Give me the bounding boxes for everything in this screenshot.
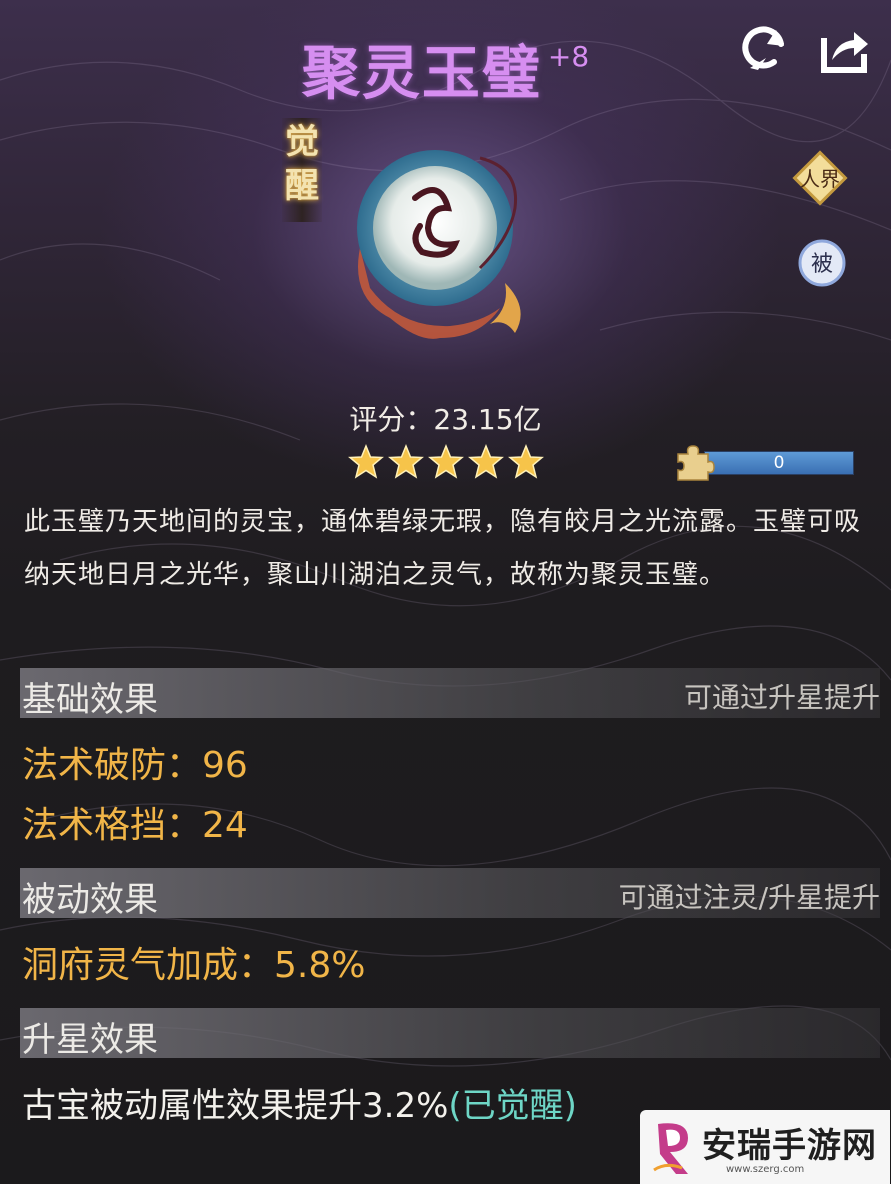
fragment-progress-bar: 0 [704, 451, 854, 475]
stat-cave-spirit-bonus: 洞府灵气加成：5.8% [22, 945, 366, 986]
brand-url: www.szerg.com [726, 1164, 805, 1175]
star-rating [348, 444, 548, 484]
awaken-tag: 觉醒 [285, 122, 319, 206]
passive-badge-label: 被 [811, 252, 833, 277]
item-level: +8 [547, 40, 590, 73]
item-name: 聚灵玉璧 [301, 39, 542, 107]
star-effect-text: 古宝被动属性效果提升3.2% [22, 1086, 449, 1126]
section-basic-hint: 可通过升星提升 [683, 681, 880, 714]
rating-score: 评分：23.15亿 [349, 403, 542, 436]
item-detail-panel: 聚灵玉璧 +8 觉醒 人界 被 评分：23.15亿 0 此玉璧乃天地间的灵宝，通… [0, 0, 891, 1184]
section-star-effect: 升星效果 [20, 1008, 880, 1060]
star-icon [468, 444, 504, 479]
puzzle-piece-icon[interactable] [672, 440, 716, 484]
refresh-arrow-icon[interactable] [736, 22, 790, 76]
star-effect-line: 古宝被动属性效果提升3.2%(已觉醒) [22, 1078, 577, 1127]
section-basic-label: 基础效果 [22, 680, 158, 720]
jade-disc-artwork [357, 150, 521, 339]
star-icon [348, 444, 384, 479]
awakened-status: (已觉醒) [448, 1086, 577, 1126]
realm-badge-label: 人界 [800, 167, 840, 191]
item-description: 此玉璧乃天地间的灵宝，通体碧绿无瑕，隐有皎月之光流露。玉璧可吸纳天地日月之光华，… [24, 507, 862, 590]
fragment-count: 0 [773, 453, 785, 473]
section-passive-label: 被动效果 [22, 880, 158, 920]
star-icon [428, 444, 464, 479]
passive-badge: 被 [798, 239, 846, 287]
stat-magic-block: 法术格挡：24 [22, 805, 248, 846]
site-watermark: 安瑞手游网 www.szerg.com [640, 1110, 890, 1184]
section-basic-effect: 基础效果 可通过升星提升 [20, 668, 880, 720]
stat-magic-penetration: 法术破防：96 [22, 745, 248, 786]
share-icon[interactable] [818, 22, 872, 76]
brand-logo-icon [653, 1123, 688, 1174]
realm-badge: 人界 [792, 150, 848, 206]
section-passive-hint: 可通过注灵/升星提升 [618, 881, 880, 914]
star-icon [388, 444, 424, 479]
brand-name: 安瑞手游网 [702, 1126, 877, 1166]
section-star-label: 升星效果 [22, 1020, 158, 1060]
section-passive-effect: 被动效果 可通过注灵/升星提升 [20, 868, 880, 920]
star-icon [508, 444, 544, 479]
